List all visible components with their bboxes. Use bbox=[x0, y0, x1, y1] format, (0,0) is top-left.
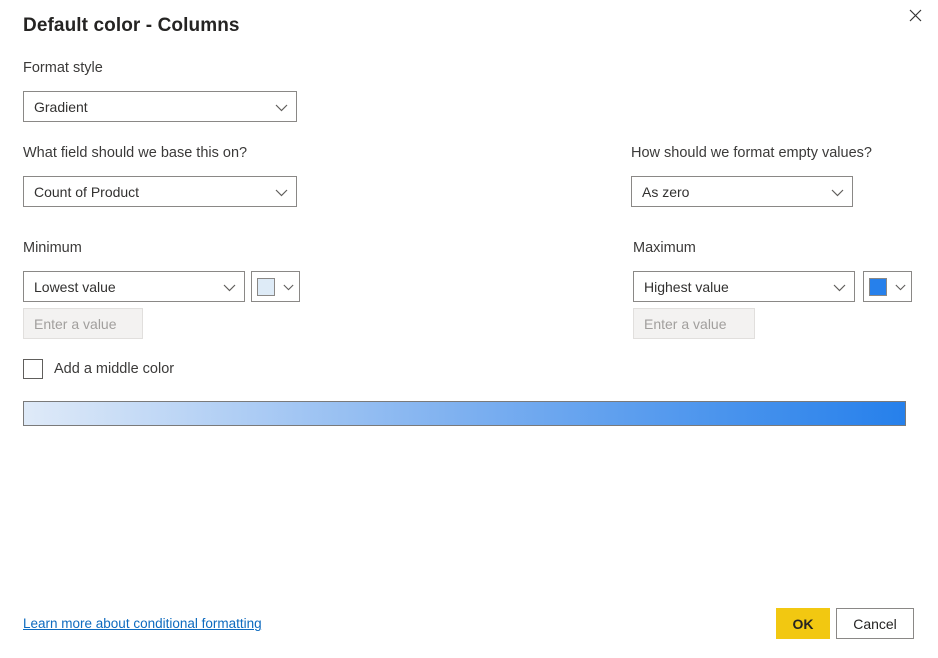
maximum-dropdown[interactable]: Highest value bbox=[633, 271, 855, 302]
chevron-down-icon bbox=[283, 278, 294, 296]
empty-values-dropdown[interactable]: As zero bbox=[631, 176, 853, 207]
minimum-color-swatch bbox=[257, 278, 275, 296]
chevron-down-icon bbox=[831, 184, 844, 200]
minimum-value: Lowest value bbox=[34, 279, 116, 295]
minimum-dropdown[interactable]: Lowest value bbox=[23, 271, 245, 302]
base-field-dropdown[interactable]: Count of Product bbox=[23, 176, 297, 207]
chevron-down-icon bbox=[275, 99, 288, 115]
add-middle-color-label: Add a middle color bbox=[54, 361, 174, 377]
conditional-formatting-dialog: Default color - Columns Format style Gra… bbox=[0, 0, 938, 658]
chevron-down-icon bbox=[275, 184, 288, 200]
ok-button[interactable]: OK bbox=[776, 608, 830, 639]
add-middle-color-checkbox[interactable] bbox=[23, 359, 43, 379]
cancel-button[interactable]: Cancel bbox=[836, 608, 914, 639]
maximum-label: Maximum bbox=[633, 240, 696, 256]
format-style-dropdown[interactable]: Gradient bbox=[23, 91, 297, 122]
learn-more-link[interactable]: Learn more about conditional formatting bbox=[23, 616, 262, 631]
minimum-color-picker[interactable] bbox=[251, 271, 300, 302]
base-field-value: Count of Product bbox=[34, 184, 139, 200]
minimum-value-input[interactable]: Enter a value bbox=[23, 308, 143, 339]
close-icon bbox=[909, 9, 922, 22]
maximum-value-input[interactable]: Enter a value bbox=[633, 308, 755, 339]
empty-values-label: How should we format empty values? bbox=[631, 145, 872, 161]
empty-values-value: As zero bbox=[642, 184, 689, 200]
dialog-title: Default color - Columns bbox=[23, 15, 240, 37]
add-middle-color-row[interactable]: Add a middle color bbox=[23, 359, 174, 379]
maximum-color-swatch bbox=[869, 278, 887, 296]
minimum-label: Minimum bbox=[23, 240, 82, 256]
close-button[interactable] bbox=[896, 0, 934, 30]
chevron-down-icon bbox=[833, 279, 846, 295]
maximum-value: Highest value bbox=[644, 279, 729, 295]
maximum-color-picker[interactable] bbox=[863, 271, 912, 302]
chevron-down-icon bbox=[895, 278, 906, 296]
format-style-value: Gradient bbox=[34, 99, 88, 115]
format-style-label: Format style bbox=[23, 60, 103, 76]
base-field-label: What field should we base this on? bbox=[23, 145, 247, 161]
chevron-down-icon bbox=[223, 279, 236, 295]
gradient-preview-bar bbox=[23, 401, 906, 426]
